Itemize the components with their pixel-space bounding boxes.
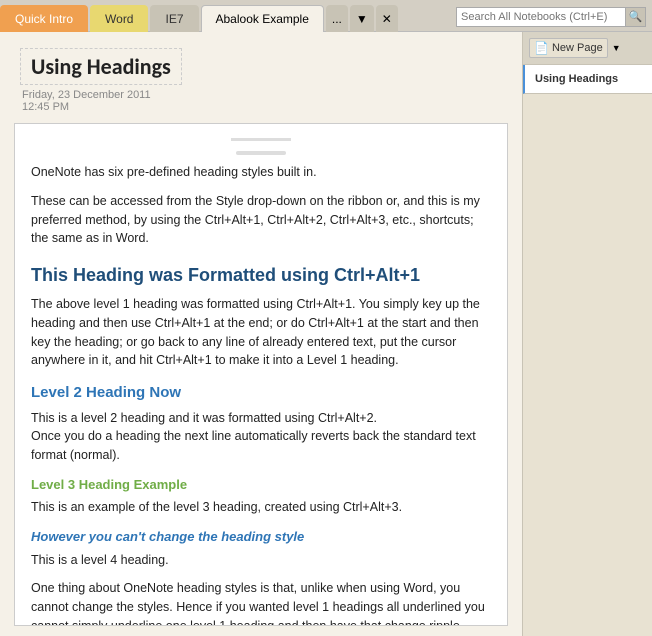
note-container[interactable]: OneNote has six pre-defined heading styl… (14, 123, 508, 626)
heading-4: However you can't change the heading sty… (31, 527, 491, 547)
search-icon: 🔍 (629, 10, 643, 23)
sidebar-page-label: Using Headings (535, 73, 618, 85)
tab-dropdown-button[interactable]: ▼ (350, 5, 374, 32)
search-box: 🔍 (456, 2, 646, 31)
search-input[interactable] (456, 7, 626, 27)
tab-ie7[interactable]: IE7 (150, 5, 198, 32)
sidebar-toolbar: 📄 New Page ▼ (523, 32, 652, 65)
paragraph-1: OneNote has six pre-defined heading styl… (31, 163, 491, 182)
tab-arrow-icon: ▼ (356, 12, 368, 26)
page-title[interactable]: Using Headings (20, 48, 182, 85)
tab-quick-intro[interactable]: Quick Intro (0, 5, 88, 32)
paragraph-7: One thing about OneNote heading styles i… (31, 579, 491, 626)
paragraph-4: This is a level 2 heading and it was for… (31, 409, 491, 465)
sidebar-dropdown-arrow[interactable]: ▼ (612, 43, 621, 53)
tab-settings-button[interactable]: ✕ (376, 5, 398, 32)
search-button[interactable]: 🔍 (626, 7, 646, 27)
page-header: Using Headings Friday, 23 December 2011 … (0, 32, 522, 123)
tab-abalook-label: Abalook Example (216, 12, 309, 26)
paragraph-3: The above level 1 heading was formatted … (31, 295, 491, 370)
tab-more-label: ... (332, 12, 342, 26)
paragraph-6: This is a level 4 heading. (31, 551, 491, 570)
heading-3: Level 3 Heading Example (31, 475, 491, 495)
paragraph-2: These can be accessed from the Style dro… (31, 192, 491, 248)
tab-bar: Quick Intro Word IE7 Abalook Example ...… (0, 0, 652, 32)
content-area: Using Headings Friday, 23 December 2011 … (0, 32, 522, 636)
paragraph-5: This is an example of the level 3 headin… (31, 498, 491, 517)
page-time: 12:45 PM (22, 101, 502, 113)
tab-quick-intro-label: Quick Intro (15, 12, 73, 26)
new-page-button[interactable]: 📄 New Page (529, 38, 608, 58)
tab-word[interactable]: Word (90, 5, 148, 32)
main-area: Using Headings Friday, 23 December 2011 … (0, 32, 652, 636)
tab-word-label: Word (105, 12, 133, 26)
sidebar-page-using-headings[interactable]: Using Headings (523, 65, 652, 94)
tab-abalook-example[interactable]: Abalook Example (201, 5, 324, 32)
page-date: Friday, 23 December 2011 (22, 89, 502, 101)
tab-ie7-label: IE7 (165, 12, 183, 26)
new-page-label: New Page (552, 42, 603, 54)
sidebar: 📄 New Page ▼ Using Headings (522, 32, 652, 636)
tab-more-button[interactable]: ... (326, 5, 348, 32)
heading-1: This Heading was Formatted using Ctrl+Al… (31, 262, 491, 289)
heading-2: Level 2 Heading Now (31, 382, 491, 405)
tab-settings-icon: ✕ (382, 12, 392, 26)
resize-handle (236, 151, 286, 155)
new-page-icon: 📄 (534, 41, 549, 55)
